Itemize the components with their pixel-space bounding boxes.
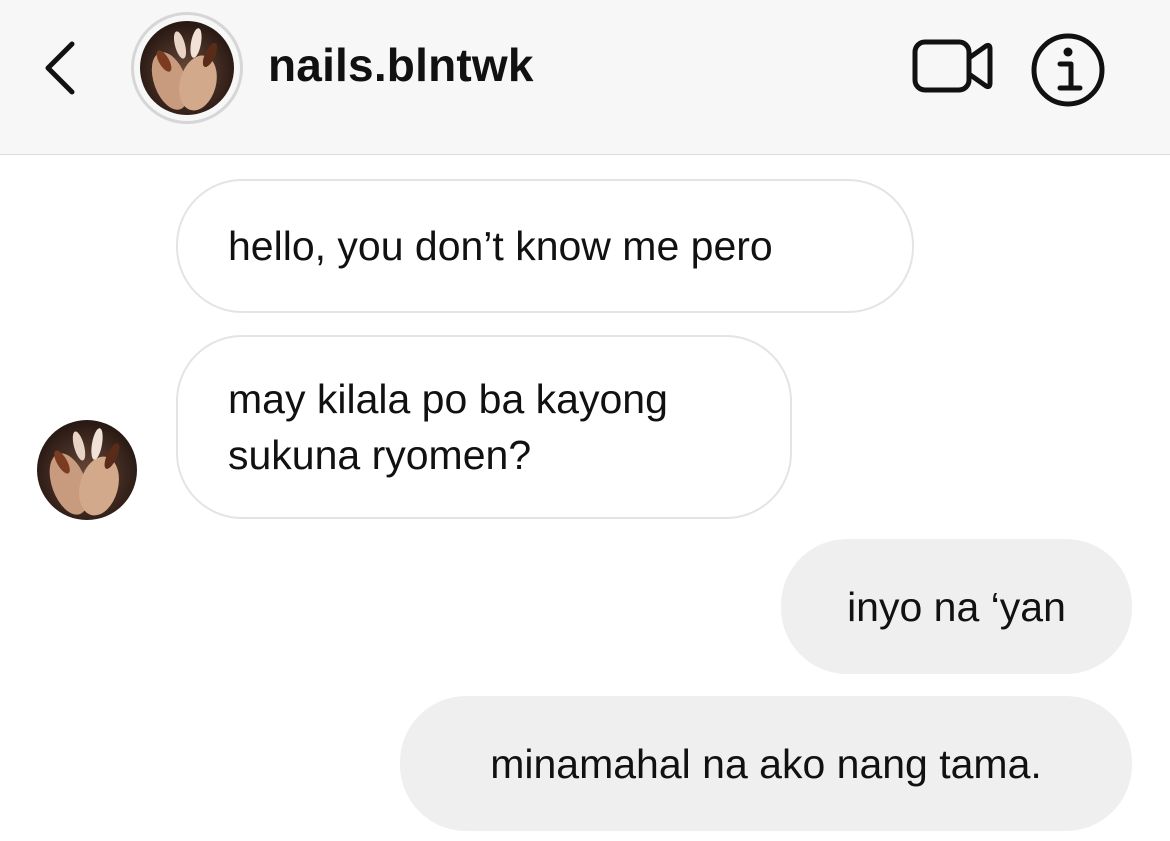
chat-header: nails.blntwk — [0, 0, 1170, 155]
message-bubble-incoming[interactable]: may kilala po ba kayong sukuna ryomen? — [176, 335, 792, 519]
message-bubble-outgoing[interactable]: minamahal na ako nang tama. — [400, 696, 1132, 831]
back-button[interactable] — [30, 30, 90, 106]
message-bubble-outgoing[interactable]: inyo na ‘yan — [781, 539, 1132, 674]
message-text: minamahal na ako nang tama. — [490, 740, 1042, 787]
info-button[interactable] — [1028, 30, 1108, 110]
message-line: sukuna ryomen? — [228, 432, 532, 478]
message-text: inyo na ‘yan — [847, 583, 1066, 630]
info-icon — [1031, 33, 1105, 107]
avatar-image — [140, 21, 234, 115]
sender-avatar[interactable] — [37, 420, 137, 520]
message-bubble-incoming[interactable]: hello, you don’t know me pero — [176, 179, 914, 313]
message-text: may kilala po ba kayong sukuna ryomen? — [228, 371, 668, 483]
nails-photo-icon — [151, 28, 218, 111]
header-username[interactable]: nails.blntwk — [268, 38, 534, 92]
message-text: hello, you don’t know me pero — [228, 223, 773, 269]
message-line: may kilala po ba kayong — [228, 376, 668, 422]
dm-conversation-screen: nails.blntwk hello, you don’t know me pe… — [0, 0, 1170, 841]
profile-avatar[interactable] — [131, 12, 243, 124]
chevron-left-icon — [45, 41, 75, 95]
video-camera-icon — [912, 39, 993, 93]
nails-photo-icon — [49, 428, 120, 516]
video-call-button[interactable] — [910, 30, 994, 102]
